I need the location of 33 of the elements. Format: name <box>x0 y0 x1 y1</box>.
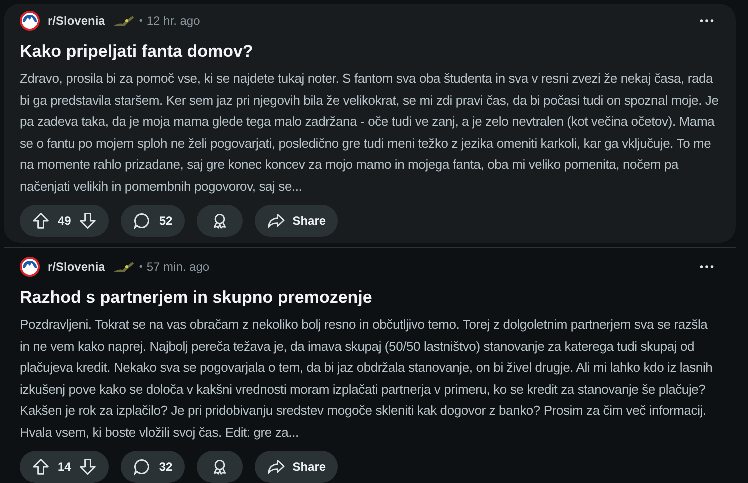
more-options-icon <box>700 19 714 23</box>
share-icon <box>266 212 285 230</box>
share-icon <box>266 458 285 476</box>
post-body: Pozdravljeni. Tokrat se na vas obračam z nekoliko bolj resno in občutljivo temo. Torej z dolgoletnim partnerjem sva se razšla in ne vem kako naprej. Najbolj pereča težava je, da imava skupaj (50/50 lastništvo) stanovanje za katerega tudi skupaj od plačujeva kredit. Nekako sva se pogovarjala o tem, da bi jaz obdržala stanovanje, on bi živel drugje. Ali mi lahko kdo iz lasnih izkušenj pove kako se določa v kakšni vrednosti moram izplačati partnerja v primeru, ko se kredit za stanovanje še plačuje? Kakšen je rok za izplačilo? Je pri pridobivanju sredstev mogoče skleniti kak dogovor z banko? Prosim za čim več informacij. Hvala vsem, ki boste vložili svoj čas. Edit: gre za... <box>20 316 714 442</box>
post-body: Zdravo, prosila bi za pomoč vse, ki se najdete tukaj noter. S fantom sva oba študenta in sva v resni zvezi že nekaj časa, rada bi ga predstavila staršem. Ker sem jaz pri njegovih bila že velikokrat, se mi zdi pravi čas, da bi počasi tudi on spoznal moje. Je pa zadeva taka, da je moja mama glede tega malo zadržana - oče tudi ve zanj, a je zelo nevtralen (kot večina očetov). Mama se o fantu po mojem sploh ne želi pogovarjati, posledično gre tudi meni težko z jezika omeniti karkoli, kar ga vključuje. To me na momente rahlo prizadane, saj gre konec koncev za mojo mamo in mojega fanta, oba mi veliko pomenita, nočem pa načenjati velikih in pomembnih pogovorov, saj se... <box>20 70 720 196</box>
downvote-icon[interactable] <box>79 212 98 230</box>
speech-bubble-icon <box>133 212 152 230</box>
vote-count: 14 <box>58 460 72 474</box>
post-time: 57 min. ago <box>146 260 210 274</box>
more-options-icon <box>700 265 714 269</box>
post-title[interactable]: Kako pripeljati fanta domov? <box>20 40 720 64</box>
comments-button[interactable]: 52 <box>121 205 185 237</box>
subreddit-avatar-icon[interactable] <box>20 11 40 31</box>
comments-button[interactable]: 32 <box>121 451 185 483</box>
share-button[interactable]: Share <box>254 205 338 237</box>
subreddit-avatar-icon[interactable] <box>20 257 40 277</box>
award-button[interactable] <box>196 205 243 237</box>
speech-bubble-icon <box>133 458 152 476</box>
separator-dot: • <box>139 16 143 26</box>
downvote-icon[interactable] <box>79 458 98 476</box>
subreddit-name[interactable]: r/Slovenia <box>48 260 106 274</box>
vote-count: 49 <box>58 214 72 228</box>
share-button[interactable]: Share <box>254 451 338 483</box>
upvote-icon[interactable] <box>32 212 50 230</box>
flair-icon <box>113 260 136 274</box>
post-title[interactable]: Razhod s partnerjem in skupno premozenje <box>20 286 720 310</box>
subreddit-name[interactable]: r/Slovenia <box>48 14 106 28</box>
flair-icon <box>113 14 136 28</box>
post-card[interactable] <box>4 4 736 243</box>
award-button[interactable] <box>196 451 243 483</box>
separator-dot: • <box>139 262 143 272</box>
upvote-icon[interactable] <box>32 458 50 476</box>
post-time: 12 hr. ago <box>146 14 200 28</box>
